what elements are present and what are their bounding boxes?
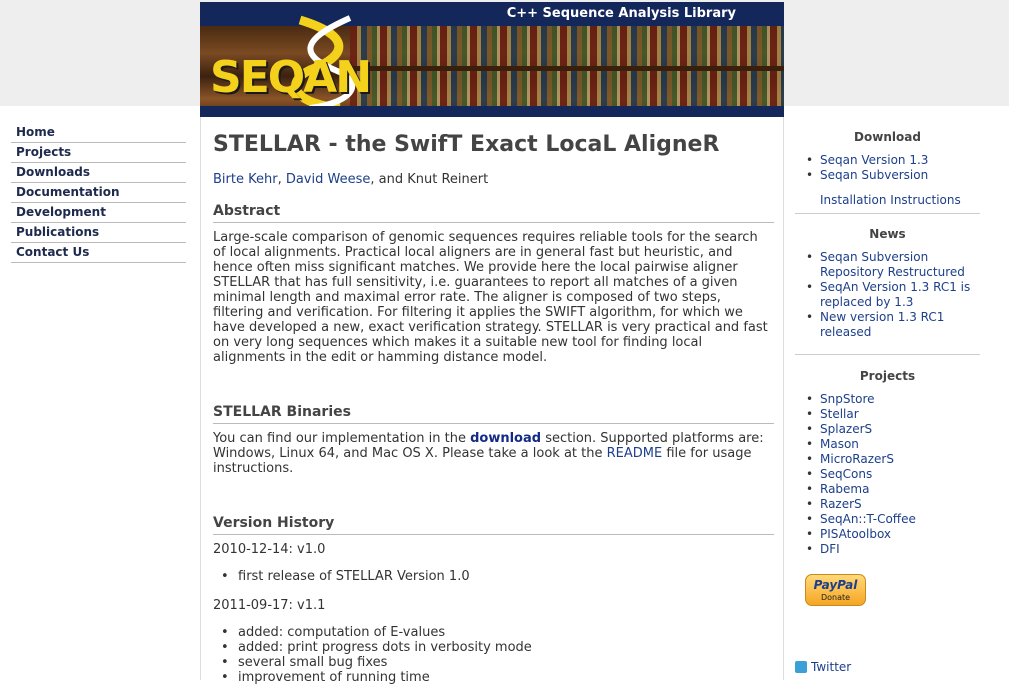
project-link[interactable]: PISAtoolbox xyxy=(806,527,980,542)
version-date: 2011-09-17: v1.1 xyxy=(213,598,326,613)
list-item: added: print progress dots in verbosity … xyxy=(221,640,532,655)
twitter-link[interactable]: Twitter xyxy=(795,660,851,674)
list-item: improvement of running time xyxy=(221,670,532,685)
list-item: several small bug fixes xyxy=(221,655,532,670)
list-item: added: computation of E-values xyxy=(221,625,532,640)
project-link[interactable]: SnpStore xyxy=(806,392,980,407)
download-list: Seqan Version 1.3 Seqan Subversion xyxy=(806,153,980,183)
version-changes-list: first release of STELLAR Version 1.0 xyxy=(221,569,470,584)
news-item[interactable]: Seqan Subversion Repository Restructured xyxy=(806,250,980,280)
binaries-heading: STELLAR Binaries xyxy=(213,404,774,424)
left-navigation: Home Projects Downloads Documentation De… xyxy=(11,123,186,263)
nav-item-publications[interactable]: Publications xyxy=(11,223,186,243)
nav-item-development[interactable]: Development xyxy=(11,203,186,223)
news-list: Seqan Subversion Repository Restructured… xyxy=(806,250,980,340)
page-title: STELLAR - the SwifT Exact LocaL AligneR xyxy=(213,132,720,157)
nav-item-downloads[interactable]: Downloads xyxy=(11,163,186,183)
project-link[interactable]: SeqAn::T-Coffee xyxy=(806,512,980,527)
abstract-heading: Abstract xyxy=(213,203,774,223)
news-item[interactable]: SeqAn Version 1.3 RC1 is replaced by 1.3 xyxy=(806,280,980,310)
donate-label: Donate xyxy=(820,593,851,602)
paypal-donate-button[interactable]: PayPal Donate xyxy=(805,574,866,606)
project-link[interactable]: RazerS xyxy=(806,497,980,512)
project-link[interactable]: SplazerS xyxy=(806,422,980,437)
project-link[interactable]: DFI xyxy=(806,542,980,557)
projects-list: SnpStore Stellar SplazerS Mason MicroRaz… xyxy=(806,392,980,557)
author-link-david-weese[interactable]: David Weese xyxy=(286,172,371,187)
projects-section-title: Projects xyxy=(859,369,916,383)
twitter-icon xyxy=(795,661,807,673)
news-item[interactable]: New version 1.3 RC1 released xyxy=(806,310,980,340)
project-link[interactable]: Mason xyxy=(806,437,980,452)
list-item: first release of STELLAR Version 1.0 xyxy=(221,569,470,584)
project-link[interactable]: MicroRazerS xyxy=(806,452,980,467)
readme-link[interactable]: README xyxy=(607,446,663,461)
news-section-title: News xyxy=(869,227,906,241)
version-date: 2010-12-14: v1.0 xyxy=(213,542,326,557)
bookshelf-image xyxy=(350,26,784,117)
download-section-title: Download xyxy=(854,130,921,144)
project-link[interactable]: SeqCons xyxy=(806,467,980,482)
main-content: STELLAR - the SwifT Exact LocaL AligneR … xyxy=(200,117,784,685)
project-link[interactable]: Rabema xyxy=(806,482,980,497)
site-header: C++ Sequence Analysis Library SEQAN xyxy=(200,2,784,117)
nav-item-projects[interactable]: Projects xyxy=(11,143,186,163)
seqan-logo[interactable]: SEQAN xyxy=(210,52,372,103)
author-link-birte-kehr[interactable]: Birte Kehr xyxy=(213,172,278,187)
binaries-text: You can find our implementation in the d… xyxy=(213,431,764,476)
paypal-logo: PayPal xyxy=(813,578,858,592)
nav-item-home[interactable]: Home xyxy=(11,123,186,143)
version-changes-list: added: computation of E-values added: pr… xyxy=(221,625,532,685)
download-link[interactable]: download xyxy=(470,431,541,446)
nav-item-documentation[interactable]: Documentation xyxy=(11,183,186,203)
abstract-text: Large-scale comparison of genomic sequen… xyxy=(213,230,768,365)
download-link-seqan-1-3[interactable]: Seqan Version 1.3 xyxy=(806,153,980,168)
project-link[interactable]: Stellar xyxy=(806,407,980,422)
installation-instructions-link[interactable]: Installation Instructions xyxy=(820,193,961,207)
authors-line: Birte Kehr, David Weese, and Knut Reiner… xyxy=(213,172,489,187)
nav-item-contact-us[interactable]: Contact Us xyxy=(11,243,186,263)
version-history-heading: Version History xyxy=(213,515,774,535)
download-link-seqan-subversion[interactable]: Seqan Subversion xyxy=(806,168,980,183)
